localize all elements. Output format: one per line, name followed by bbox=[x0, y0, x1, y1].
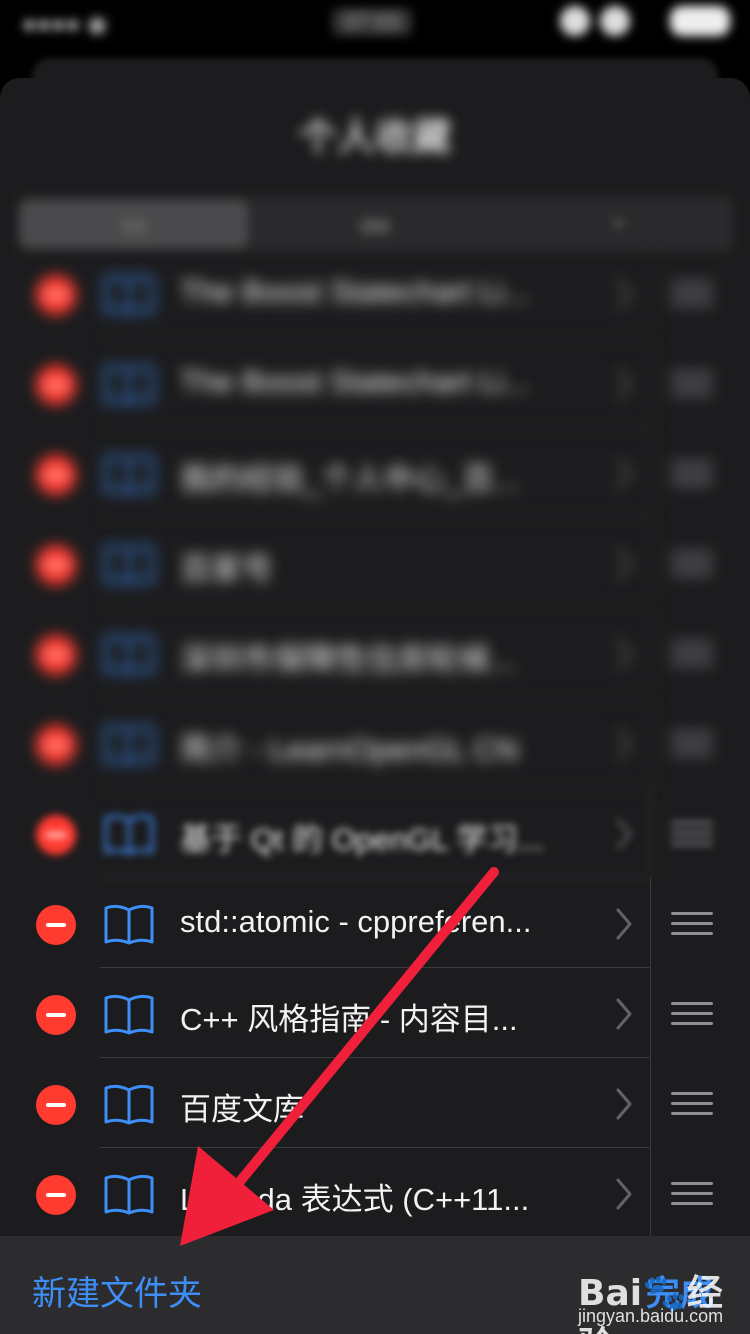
battery-icon bbox=[670, 6, 730, 36]
book-icon bbox=[104, 814, 154, 855]
status-time: 07:03 bbox=[332, 8, 412, 36]
new-folder-button[interactable]: 新建文件夹 bbox=[32, 1266, 202, 1315]
chevron-right-icon[interactable] bbox=[612, 366, 636, 402]
delete-icon[interactable] bbox=[36, 995, 76, 1035]
reorder-handle[interactable] bbox=[650, 698, 750, 788]
reorder-handle[interactable] bbox=[650, 608, 750, 698]
bookmark-title: C++ 风格指南 - 内容目... bbox=[180, 1002, 518, 1037]
reorder-handle[interactable] bbox=[650, 1148, 750, 1238]
reorder-handle[interactable] bbox=[650, 518, 750, 608]
bookmark-row[interactable]: 深圳市保障性住房轮候... bbox=[0, 608, 750, 698]
tab-reading-list[interactable]: oo bbox=[261, 200, 489, 248]
delete-icon[interactable] bbox=[36, 1085, 76, 1125]
lock-rotation-icon bbox=[600, 6, 630, 36]
delete-icon[interactable] bbox=[36, 1175, 76, 1215]
chevron-right-icon[interactable] bbox=[612, 996, 636, 1032]
bookmark-row[interactable]: 我的经验_个人中心_百... bbox=[0, 428, 750, 518]
delete-icon[interactable] bbox=[36, 635, 76, 675]
reorder-handle[interactable] bbox=[650, 788, 750, 878]
reorder-handle[interactable] bbox=[650, 248, 750, 338]
bookmark-title: The Boost Statechart Li... bbox=[180, 274, 530, 309]
book-icon: ▭ bbox=[121, 209, 147, 239]
reorder-handle[interactable] bbox=[650, 1058, 750, 1148]
clock-icon: ◔ bbox=[608, 209, 624, 239]
reorder-handle[interactable] bbox=[650, 968, 750, 1058]
book-icon bbox=[104, 904, 154, 945]
carrier-label: ●●●● ◉ bbox=[22, 11, 108, 38]
baidu-jingyan-watermark: Bai🐾经验 jingyan.baidu.com bbox=[572, 1248, 742, 1334]
reorder-handle[interactable] bbox=[650, 338, 750, 428]
bookmark-row[interactable]: 百度文库 bbox=[0, 1058, 750, 1148]
bookmark-row[interactable]: 基于 Qt 的 OpenGL 学习... bbox=[0, 788, 750, 878]
glasses-icon: oo bbox=[360, 209, 390, 239]
bookmark-row[interactable]: C++ 风格指南 - 内容目... bbox=[0, 968, 750, 1058]
chevron-right-icon[interactable] bbox=[612, 906, 636, 942]
reorder-handle[interactable] bbox=[650, 428, 750, 518]
bookmark-title: 深圳市保障性住房轮候... bbox=[180, 642, 516, 677]
book-icon bbox=[104, 1084, 154, 1125]
chevron-right-icon[interactable] bbox=[612, 816, 636, 852]
bookmark-title: 简介 - LearnOpenGL CN bbox=[180, 732, 519, 767]
book-icon bbox=[104, 274, 154, 315]
book-icon bbox=[104, 634, 154, 675]
segmented-control[interactable]: ▭ oo ◔ bbox=[16, 196, 734, 252]
delete-icon[interactable] bbox=[36, 725, 76, 765]
delete-icon[interactable] bbox=[36, 455, 76, 495]
bookmark-row[interactable]: 百家号 bbox=[0, 518, 750, 608]
chevron-right-icon[interactable] bbox=[612, 276, 636, 312]
delete-icon[interactable] bbox=[36, 275, 76, 315]
delete-icon[interactable] bbox=[36, 365, 76, 405]
sheet-title: 个人收藏 bbox=[298, 117, 451, 159]
delete-icon[interactable] bbox=[36, 545, 76, 585]
reorder-handle[interactable] bbox=[650, 878, 750, 968]
delete-icon[interactable] bbox=[36, 815, 76, 855]
book-icon bbox=[104, 994, 154, 1035]
bookmark-title: 百度文库 bbox=[180, 1092, 304, 1127]
bookmark-title: The Boost Statechart Li... bbox=[180, 364, 530, 399]
bookmarks-sheet: 个人收藏 ▭ oo ◔ The Boost Statechart Li... Th… bbox=[0, 78, 750, 1334]
tab-bookmarks[interactable]: ▭ bbox=[20, 200, 248, 248]
delete-icon[interactable] bbox=[36, 905, 76, 945]
bookmark-title: 我的经验_个人中心_百... bbox=[180, 462, 520, 497]
bookmark-title: 基于 Qt 的 OpenGL 学习... bbox=[180, 822, 545, 857]
book-icon bbox=[104, 454, 154, 495]
book-icon bbox=[104, 544, 154, 585]
wifi-icon bbox=[560, 6, 590, 36]
bookmark-title: 百家号 bbox=[180, 552, 273, 587]
book-icon bbox=[104, 364, 154, 405]
chevron-right-icon[interactable] bbox=[612, 546, 636, 582]
status-bar: ●●●● ◉ 07:03 bbox=[0, 0, 750, 48]
bookmark-row[interactable]: Lambda 表达式 (C++11... bbox=[0, 1148, 750, 1238]
watermark-url: jingyan.baidu.com bbox=[578, 1306, 724, 1326]
bookmark-row[interactable]: std::atomic - cppreferen... bbox=[0, 878, 750, 968]
chevron-right-icon[interactable] bbox=[612, 726, 636, 762]
chevron-right-icon[interactable] bbox=[612, 1086, 636, 1122]
bookmark-row[interactable]: The Boost Statechart Li... bbox=[0, 338, 750, 428]
book-icon bbox=[104, 724, 154, 765]
chevron-right-icon[interactable] bbox=[612, 1176, 636, 1212]
chevron-right-icon[interactable] bbox=[612, 456, 636, 492]
bookmark-title: std::atomic - cppreferen... bbox=[180, 904, 532, 939]
bookmark-row[interactable]: 简介 - LearnOpenGL CN bbox=[0, 698, 750, 788]
chevron-right-icon[interactable] bbox=[612, 636, 636, 672]
bookmark-row[interactable]: The Boost Statechart Li... bbox=[0, 248, 750, 338]
bookmark-title: Lambda 表达式 (C++11... bbox=[180, 1182, 530, 1217]
status-icons bbox=[560, 4, 730, 38]
tab-history[interactable]: ◔ bbox=[502, 200, 730, 248]
book-icon bbox=[104, 1174, 154, 1215]
